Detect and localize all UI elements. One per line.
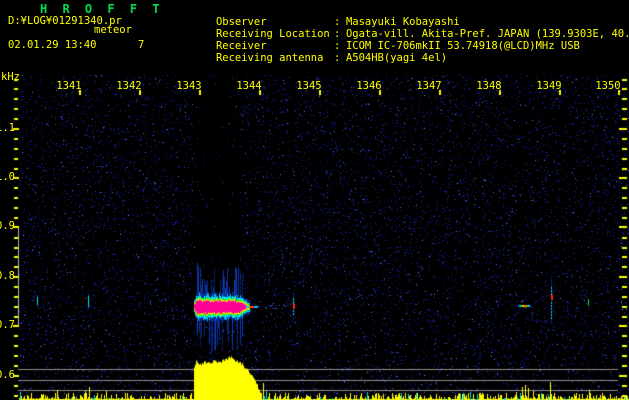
x-tick-label: 1342 [116,80,142,92]
meteor-mode-label: meteor [94,24,132,36]
info-value: A504HB(yagi 4el) [345,52,448,64]
y-tick-label: 1.1 [0,122,15,134]
info-value: ICOM IC-706mkII 53.74918(@LCD)MHz USB [345,40,580,52]
y-tick-label: 0.7 [0,319,15,331]
info-row-observer: Observer: Masayuki Kobayashi [178,4,629,28]
y-axis-unit-label: kHz [1,71,20,83]
station-info: Observer: Masayuki Kobayashi Receiving Lo… [178,4,629,64]
date-time-label: 02.01.29 13:40 [8,39,97,51]
y-tick-label: 0.6 [0,369,15,381]
x-tick-label: 1343 [176,80,202,92]
app-title: H R O F F T [40,2,164,16]
hrofft-window: H R O F F T D:¥LOG¥01291340.pr meteor 02… [0,0,629,400]
x-tick-label: 1346 [356,80,382,92]
echo-count: 7 [138,39,145,51]
info-separator: : [333,52,341,64]
x-tick-label: 1349 [536,80,562,92]
x-tick-label: 1347 [416,80,442,92]
x-tick-label: 1350 [595,80,621,92]
info-label: Observer [215,16,267,28]
x-tick-label: 1345 [296,80,322,92]
x-tick-label: 1341 [56,80,82,92]
x-tick-label: 1344 [236,80,262,92]
info-value: Ogata-vill. Akita-Pref. JAPAN (139.9303E… [345,28,629,40]
info-label: Receiver [215,40,267,52]
info-label: Receiving antenna [215,52,324,64]
y-tick-label: 1.0 [0,171,15,183]
info-label: Receiving Location [215,28,330,40]
info-separator: : [333,16,341,28]
x-tick-label: 1348 [476,80,502,92]
y-tick-label: 0.9 [0,220,15,232]
y-tick-label: 0.8 [0,270,15,282]
info-separator: : [333,28,341,40]
info-value: Masayuki Kobayashi [345,16,460,28]
info-separator: : [333,40,341,52]
